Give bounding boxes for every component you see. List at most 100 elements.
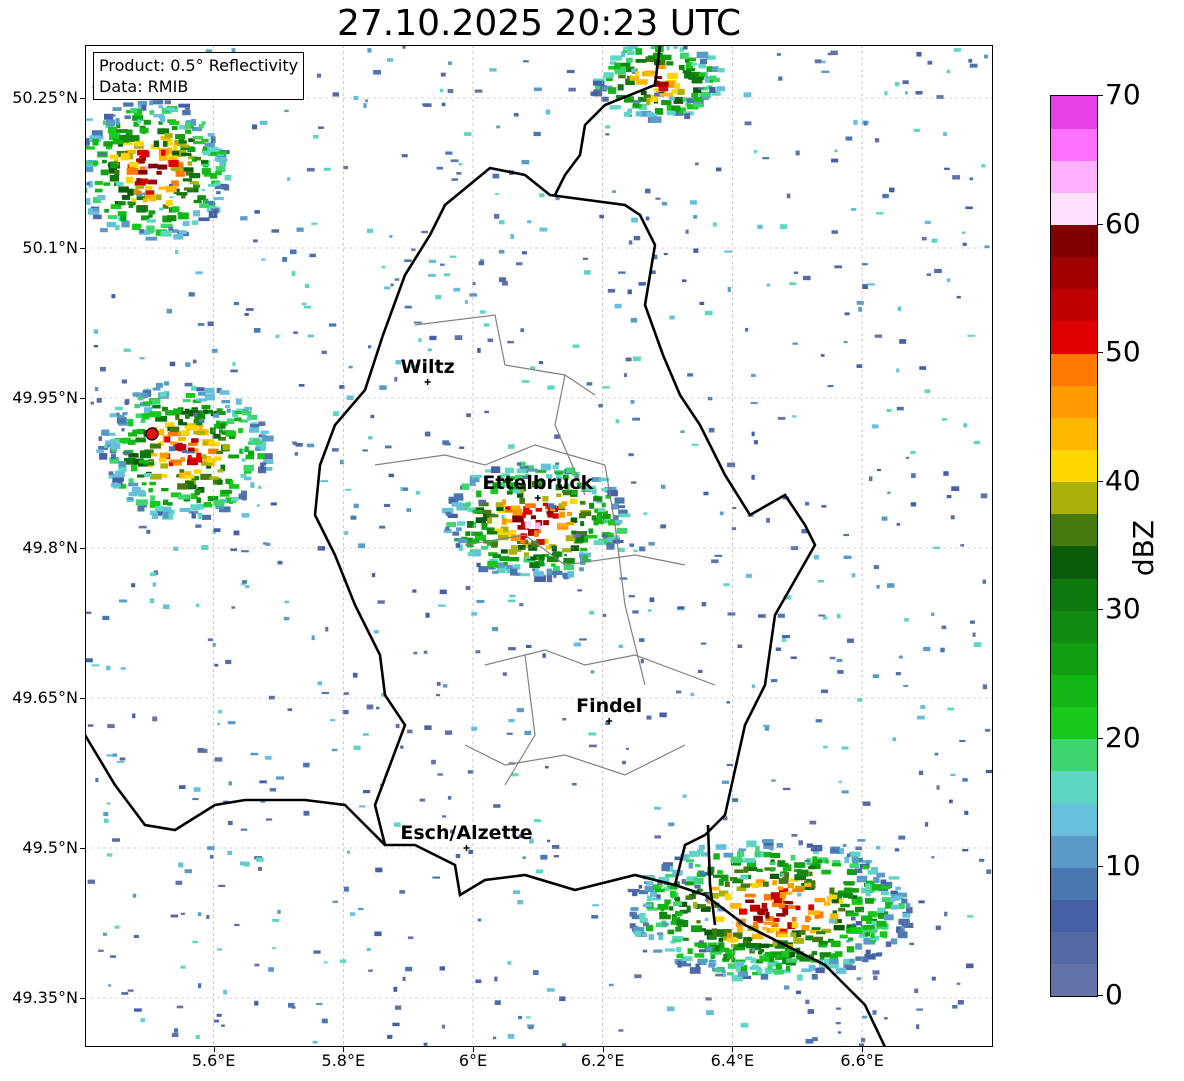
echo-cell	[751, 373, 756, 377]
echo-cell	[149, 443, 161, 449]
echo-cell	[502, 672, 507, 676]
echo-cell	[698, 63, 706, 69]
echo-cell	[431, 759, 436, 765]
echo-cell	[601, 487, 608, 492]
echo-cell	[182, 178, 193, 182]
echo-cell	[197, 323, 205, 326]
echo-cell	[843, 341, 848, 344]
echo-cell	[265, 755, 272, 760]
echo-cell	[553, 574, 557, 578]
echo-cell	[709, 959, 715, 963]
echo-cell	[696, 51, 709, 59]
echo-cell	[626, 57, 633, 63]
echo-cell	[141, 104, 147, 111]
echo-cell	[634, 930, 642, 937]
echo-cell	[202, 441, 208, 445]
echo-cell	[736, 926, 743, 933]
echo-cell	[482, 509, 492, 515]
echo-cell	[847, 638, 854, 643]
echo-cell	[197, 912, 202, 916]
echo-cell	[743, 92, 752, 98]
echo-cell	[348, 365, 353, 369]
echo-cell	[737, 971, 749, 977]
echo-cell	[311, 222, 318, 225]
echo-cell	[738, 848, 747, 852]
echo-cell	[790, 932, 797, 937]
echo-cell	[695, 963, 700, 970]
echo-cell	[135, 185, 145, 189]
echo-cell	[172, 206, 180, 213]
echo-cell	[100, 169, 109, 176]
echo-cell	[973, 1046, 980, 1047]
echo-cell	[808, 866, 816, 870]
echo-cell	[542, 653, 546, 658]
echo-cell	[303, 762, 310, 768]
echo-cell	[895, 886, 901, 891]
echo-cell	[339, 385, 345, 389]
echo-cell	[791, 834, 798, 837]
echo-cell	[738, 908, 748, 915]
echo-cell	[121, 992, 129, 995]
echo-cell	[605, 133, 610, 136]
echo-cell	[726, 701, 730, 704]
echo-cell	[477, 918, 482, 922]
echo-cell	[710, 886, 720, 891]
city-marker-icon	[534, 495, 541, 501]
echo-cell	[750, 958, 757, 964]
echo-cell	[120, 667, 126, 670]
echo-cell	[167, 215, 177, 222]
echo-cell	[791, 917, 797, 922]
echo-cell	[772, 917, 780, 923]
echo-cell	[96, 397, 102, 403]
echo-cell	[528, 1026, 534, 1030]
echo-cell	[896, 406, 904, 411]
echo-cell	[689, 200, 697, 205]
echo-cell	[371, 573, 376, 578]
echo-cell	[203, 503, 213, 508]
echo-cell	[874, 334, 883, 338]
echo-cell	[263, 453, 273, 460]
echo-cell	[193, 510, 199, 515]
echo-cell	[638, 913, 646, 919]
echo-cell	[478, 261, 485, 266]
echo-cell	[418, 338, 422, 343]
echo-cell	[916, 1024, 920, 1030]
echo-cell	[653, 949, 663, 953]
echo-cell	[215, 171, 222, 176]
echo-cell	[169, 120, 180, 126]
colorbar-tick	[1097, 223, 1103, 225]
echo-cell	[112, 753, 118, 757]
echo-cell	[744, 893, 756, 898]
echo-cell	[159, 452, 169, 458]
echo-cell	[507, 599, 516, 603]
echo-cell	[480, 310, 486, 314]
echo-cell	[701, 96, 709, 100]
echo-cell	[668, 81, 675, 88]
echo-cell	[307, 334, 314, 338]
echo-cell	[672, 939, 681, 943]
echo-cell	[98, 152, 107, 156]
echo-cell	[916, 1008, 924, 1011]
echo-cell	[203, 409, 208, 414]
echo-cell	[874, 138, 880, 143]
echo-cell	[519, 497, 525, 504]
echo-cell	[194, 156, 202, 161]
echo-cell	[903, 684, 909, 687]
echo-cell	[169, 108, 179, 112]
echo-cell	[861, 263, 868, 266]
canton-border	[604, 464, 646, 686]
echo-cell	[424, 431, 431, 437]
echo-cell	[144, 473, 152, 477]
echo-cell	[177, 212, 189, 220]
echo-cell	[608, 983, 614, 987]
echo-cell	[700, 58, 708, 64]
echo-cell	[895, 672, 901, 676]
echo-cell	[495, 502, 504, 508]
echo-cell	[822, 616, 828, 620]
echo-cell	[635, 79, 648, 85]
echo-cell	[422, 103, 431, 107]
echo-cell	[638, 884, 642, 889]
echo-cell	[605, 125, 611, 129]
lat-tick	[80, 548, 85, 549]
echo-cell	[857, 839, 866, 842]
